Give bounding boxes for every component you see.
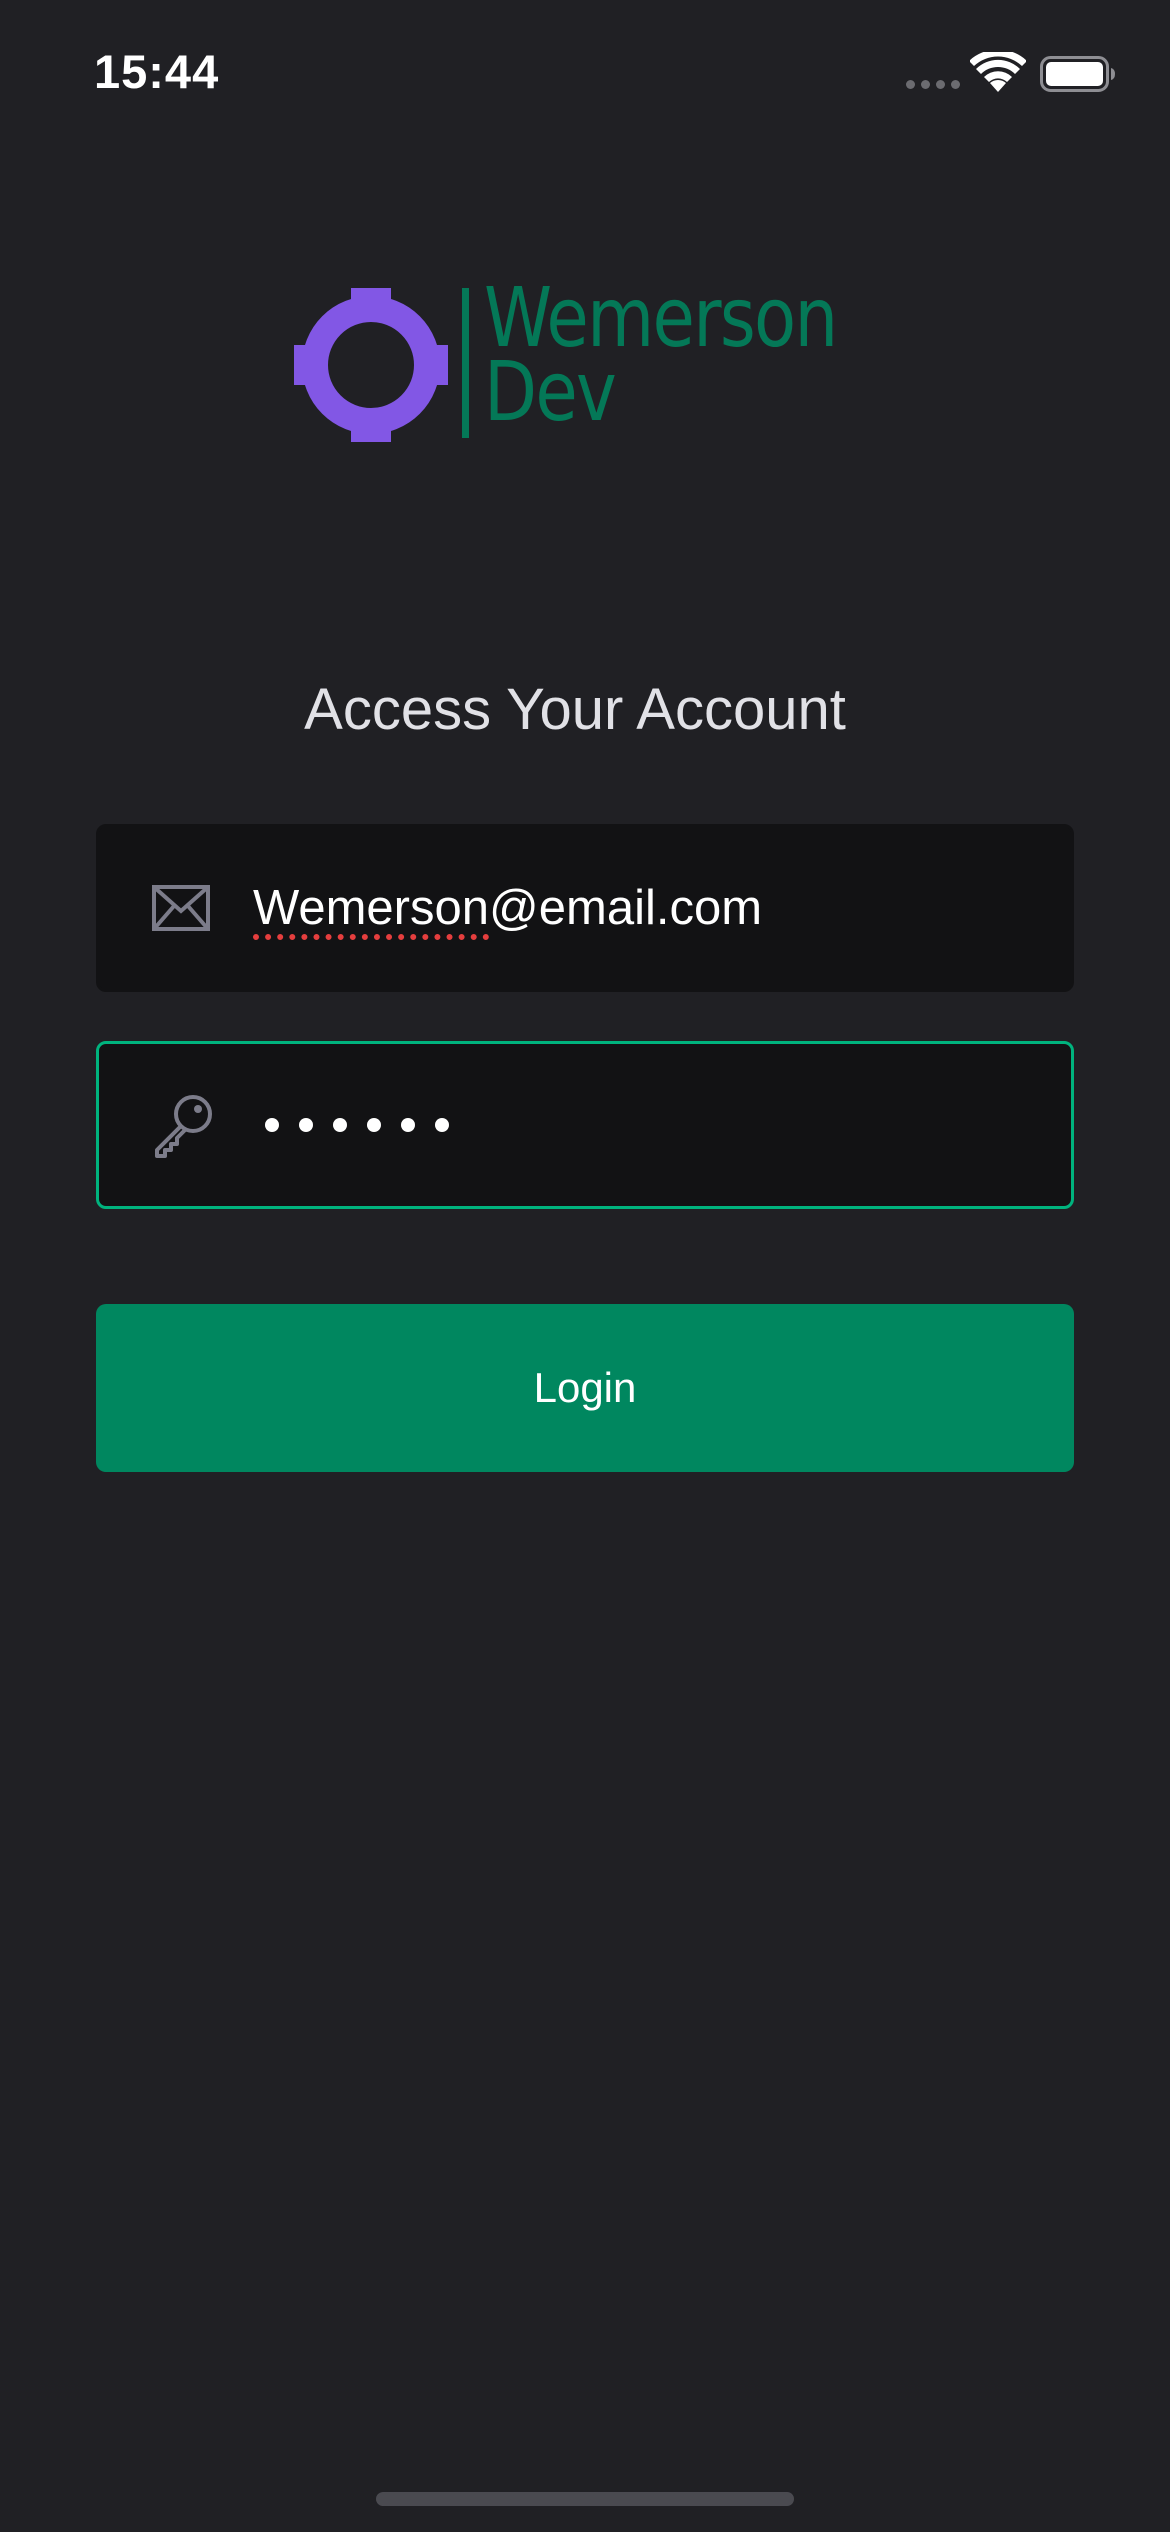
password-dot [265, 1118, 279, 1132]
email-field[interactable]: Wemerson@email.com [96, 824, 1074, 992]
password-dot [299, 1118, 313, 1132]
logo-wordmark: Wemerson Dev [484, 278, 838, 440]
password-dot [367, 1118, 381, 1132]
key-icon [155, 1095, 212, 1158]
logo-divider [462, 288, 469, 438]
email-value-domain: @email.com [489, 881, 763, 935]
login-screen: 15:44 Wemerson Dev Access Your Account W… [0, 0, 1170, 2532]
battery-icon [1040, 56, 1115, 92]
wifi-icon [970, 52, 1026, 92]
password-dot [401, 1118, 415, 1132]
status-time: 15:44 [94, 45, 220, 98]
email-value: Wemerson@email.com [253, 880, 762, 936]
password-masked-value [265, 1118, 449, 1132]
login-button[interactable]: Login [96, 1304, 1074, 1472]
brand-logo: Wemerson Dev [294, 278, 894, 450]
email-value-misspelled: Wemerson [253, 881, 490, 935]
logo-line-2: Dev [484, 345, 617, 440]
logo-ring-icon [294, 288, 448, 442]
home-indicator[interactable] [376, 2492, 794, 2506]
status-bar: 15:44 [0, 0, 1170, 150]
envelope-icon [152, 885, 210, 931]
password-dot [333, 1118, 347, 1132]
password-field[interactable] [96, 1041, 1074, 1209]
page-title: Access Your Account [304, 677, 846, 742]
password-dot [435, 1118, 449, 1132]
signal-dots-icon [906, 80, 960, 89]
